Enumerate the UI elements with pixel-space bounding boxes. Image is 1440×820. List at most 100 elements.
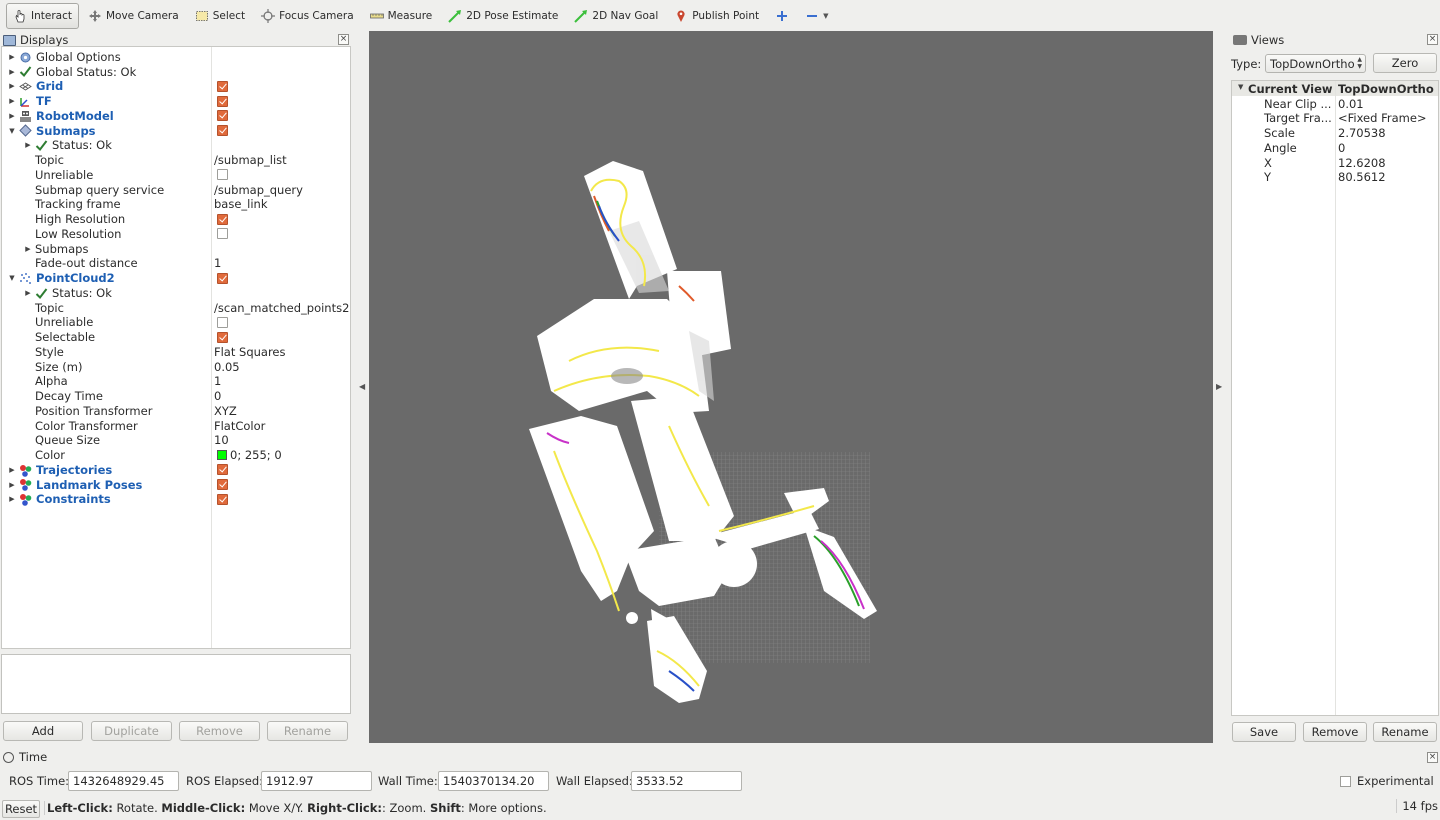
display-row-value[interactable]: /scan_matched_points2 [214, 301, 349, 315]
display-checkbox[interactable] [217, 316, 228, 328]
view-property-value[interactable]: 80.5612 [1338, 170, 1386, 184]
display-row-submaps-status[interactable]: ▶ Status: Ok [2, 138, 350, 153]
expand-arrow-icon[interactable]: ▶ [24, 141, 32, 149]
display-row-value[interactable]: XYZ [214, 404, 237, 418]
display-row-tracking-frame[interactable]: Tracking frame base_link [2, 197, 350, 212]
display-row-color-transformer[interactable]: Color Transformer FlatColor [2, 418, 350, 433]
display-row-grid[interactable]: ▶ Grid [2, 79, 350, 94]
expand-arrow-icon[interactable]: ▶ [8, 53, 16, 61]
display-row-value[interactable]: 1 [214, 374, 221, 388]
display-row-submaps[interactable]: ▼ Submaps [2, 123, 350, 138]
display-row-submaps-topic[interactable]: Topic/submap_list [2, 153, 350, 168]
display-checkbox[interactable] [217, 464, 228, 476]
duplicate-display-button[interactable]: Duplicate [91, 721, 172, 741]
add-tool-button[interactable] [768, 3, 796, 29]
reset-button[interactable]: Reset [2, 800, 40, 818]
display-row-submaps-child[interactable]: ▶ Submaps [2, 241, 350, 256]
display-checkbox[interactable] [217, 125, 228, 137]
zero-button[interactable]: Zero [1373, 53, 1437, 73]
expand-arrow-icon[interactable]: ▶ [8, 495, 16, 503]
display-row-landmark-poses[interactable]: ▶ Landmark Poses [2, 477, 350, 492]
display-row-tf[interactable]: ▶ TF [2, 94, 350, 109]
expand-arrow-icon[interactable]: ▶ [8, 481, 16, 489]
display-row-pointcloud2-status[interactable]: ▶ Status: Ok [2, 286, 350, 301]
display-row-queue-size[interactable]: Queue Size 10 [2, 433, 350, 448]
remove-display-button[interactable]: Remove [179, 721, 260, 741]
display-checkbox[interactable] [217, 110, 228, 122]
collapse-arrow-icon[interactable]: ▼ [8, 274, 16, 282]
display-row-value[interactable]: 10 [214, 433, 229, 447]
display-row-robotmodel[interactable]: ▶ RobotModel [2, 109, 350, 124]
rename-display-button[interactable]: Rename [267, 721, 348, 741]
display-row-value[interactable]: base_link [214, 197, 268, 211]
view-property-row[interactable]: Y 80.5612 [1232, 170, 1438, 185]
measure-tool[interactable]: Measure [363, 3, 440, 29]
expand-arrow-icon[interactable]: ▶ [8, 68, 16, 76]
view-property-row[interactable]: Scale 2.70538 [1232, 126, 1438, 141]
display-row-position-transformer[interactable]: Position Transformer XYZ [2, 404, 350, 419]
expand-arrow-icon[interactable]: ▼ [1238, 83, 1243, 91]
view-property-row[interactable]: Angle 0 [1232, 141, 1438, 156]
display-row-global-options[interactable]: ▶ Global Options [2, 50, 350, 65]
collapse-right-icon[interactable]: ▶ [1216, 382, 1222, 391]
display-row-constraints[interactable]: ▶ Constraints [2, 492, 350, 507]
view-property-row[interactable]: Near Clip ... 0.01 [1232, 97, 1438, 112]
expand-arrow-icon[interactable]: ▶ [8, 97, 16, 105]
display-row-value[interactable]: /submap_query [214, 183, 303, 197]
display-row-color[interactable]: Color 0; 255; 0 [2, 448, 350, 463]
display-row-submaps-unreliable[interactable]: Unreliable [2, 168, 350, 183]
close-time-icon[interactable]: × [1427, 752, 1438, 763]
pose-estimate-tool[interactable]: 2D Pose Estimate [441, 3, 565, 29]
display-checkbox[interactable] [217, 213, 228, 225]
display-row-low-resolution[interactable]: Low Resolution [2, 227, 350, 242]
display-row-global-status[interactable]: ▶ Global Status: Ok [2, 64, 350, 79]
view-property-value[interactable]: 12.6208 [1338, 156, 1386, 170]
display-row-value[interactable]: 0.05 [214, 360, 240, 374]
display-row-value[interactable]: /submap_list [214, 153, 287, 167]
ros-elapsed-field[interactable]: 1912.97 [261, 771, 372, 791]
display-checkbox[interactable] [217, 272, 228, 284]
collapse-arrow-icon[interactable]: ▼ [8, 127, 16, 135]
close-views-icon[interactable]: × [1427, 34, 1438, 45]
remove-tool-button[interactable]: ▼ [798, 3, 835, 29]
display-row-value[interactable]: FlatColor [214, 419, 265, 433]
display-checkbox[interactable] [217, 169, 228, 181]
3d-viewport[interactable] [369, 31, 1213, 743]
display-row-fade-out-distance[interactable]: Fade-out distance 1 [2, 256, 350, 271]
view-property-row[interactable]: Target Fra... <Fixed Frame> [1232, 111, 1438, 126]
display-row-trajectories[interactable]: ▶ Trajectories [2, 463, 350, 478]
display-row-value[interactable]: 1 [214, 256, 221, 270]
focus-camera-tool[interactable]: Focus Camera [254, 3, 361, 29]
display-checkbox[interactable] [217, 479, 228, 491]
color-swatch[interactable] [217, 449, 227, 460]
display-row-pointcloud2[interactable]: ▼ PointCloud2 [2, 271, 350, 286]
display-row-size[interactable]: Size (m) 0.05 [2, 359, 350, 374]
view-property-value[interactable]: 0.01 [1338, 97, 1364, 111]
expand-arrow-icon[interactable]: ▶ [8, 112, 16, 120]
interact-tool[interactable]: Interact [6, 2, 79, 29]
display-row-alpha[interactable]: Alpha 1 [2, 374, 350, 389]
display-row-pointcloud2-topic[interactable]: Topic/scan_matched_points2 [2, 300, 350, 315]
view-property-row[interactable]: X 12.6208 [1232, 156, 1438, 171]
wall-time-field[interactable]: 1540370134.20 [438, 771, 549, 791]
view-property-value[interactable]: 0 [1338, 141, 1345, 155]
nav-goal-tool[interactable]: 2D Nav Goal [567, 3, 665, 29]
display-checkbox[interactable] [217, 80, 228, 92]
display-checkbox[interactable] [217, 493, 228, 505]
display-row-submap-query-service[interactable]: Submap query service/submap_query [2, 182, 350, 197]
display-checkbox[interactable] [217, 331, 228, 343]
add-display-button[interactable]: Add [3, 721, 83, 741]
collapse-left-icon[interactable]: ◀ [359, 382, 365, 391]
display-row-high-resolution[interactable]: High Resolution [2, 212, 350, 227]
wall-elapsed-field[interactable]: 3533.52 [631, 771, 742, 791]
save-view-button[interactable]: Save [1232, 722, 1296, 742]
expand-arrow-icon[interactable]: ▶ [24, 245, 32, 253]
expand-arrow-icon[interactable]: ▶ [24, 289, 32, 297]
view-property-value[interactable]: 2.70538 [1338, 126, 1386, 140]
display-row-value[interactable]: Flat Squares [214, 345, 286, 359]
display-checkbox[interactable] [217, 228, 228, 240]
expand-arrow-icon[interactable]: ▶ [8, 82, 16, 90]
experimental-checkbox[interactable] [1340, 776, 1351, 787]
rename-view-button[interactable]: Rename [1373, 722, 1437, 742]
view-type-select[interactable]: TopDownOrtho ▲ ▼ [1265, 54, 1366, 73]
